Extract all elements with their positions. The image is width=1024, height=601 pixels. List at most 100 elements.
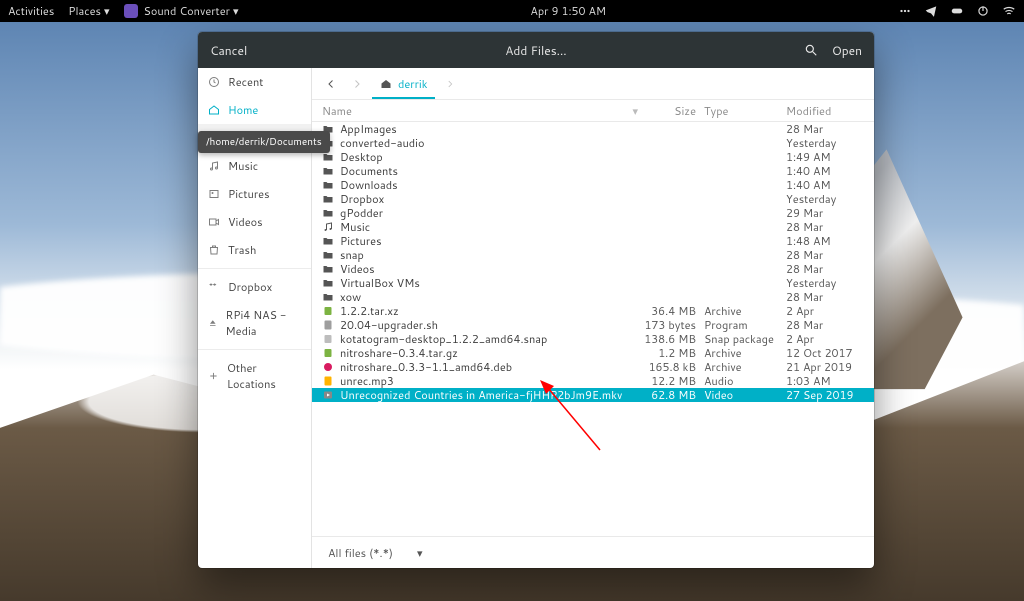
sidebar-item-pictures[interactable]: Pictures [198, 180, 311, 208]
archive-icon [322, 347, 334, 359]
music-icon [208, 160, 220, 172]
snap-icon [322, 333, 334, 345]
file-list[interactable]: AppImages28 Marconverted-audioYesterdayD… [312, 122, 874, 536]
archive-icon [322, 305, 334, 317]
search-button[interactable] [804, 43, 818, 57]
dialog-footer: All files (*.*) ▾ [312, 536, 874, 568]
file-name-label: Unrecognized Countries in America-fjHHP2… [340, 387, 622, 403]
file-modified-label: 27 Sep 2019 [786, 387, 870, 403]
pictures-icon [208, 188, 220, 200]
file-list-header[interactable]: Name ▾ Size Type Modified [312, 100, 874, 122]
file-row[interactable]: AppImages28 Mar [312, 122, 874, 136]
file-row[interactable]: Pictures1:48 AM [312, 234, 874, 248]
folder-icon [322, 235, 334, 247]
breadcrumb-label: derrik [398, 76, 427, 92]
col-header-size[interactable]: Size [638, 103, 704, 119]
sidebar-item-music[interactable]: Music [198, 152, 311, 180]
sidebar-item-nas[interactable]: RPi4 NAS - Media [198, 301, 311, 345]
chevron-down-icon: ▾ [417, 545, 423, 561]
trash-icon [208, 244, 220, 256]
controller-icon[interactable] [950, 4, 964, 18]
app-name-label: Sound Converter ▾ [144, 3, 239, 19]
places-menu[interactable]: Places ▾ [68, 3, 109, 19]
clock[interactable]: Apr 9 1:50 AM [530, 3, 606, 19]
sidebar-item-label: Home [228, 102, 258, 118]
file-row[interactable]: nitroshare-0.3.4.tar.gz1.2 MBArchive12 O… [312, 346, 874, 360]
file-row[interactable]: kotatogram-desktop_1.2.2_amd64.snap138.6… [312, 332, 874, 346]
file-main-panel: derrik Name ▾ Size Type Modified AppImag… [312, 68, 874, 568]
dialog-title: Add Files… [505, 42, 566, 59]
file-row[interactable]: VirtualBox VMsYesterday [312, 276, 874, 290]
path-bar: derrik [312, 68, 874, 100]
dialog-header: Cancel Add Files… Open [198, 32, 874, 68]
file-chooser-dialog: Cancel Add Files… Open Recent Home Docum… [198, 32, 874, 568]
folder-icon [322, 165, 334, 177]
deb-icon [322, 361, 334, 373]
sidebar-item-label: Dropbox [228, 279, 272, 295]
col-header-type[interactable]: Type [704, 103, 786, 119]
script-icon [322, 319, 334, 331]
sidebar-item-home[interactable]: Home [198, 96, 311, 124]
file-row[interactable]: xow28 Mar [312, 290, 874, 304]
video-icon [322, 389, 334, 401]
col-header-modified[interactable]: Modified [786, 103, 870, 119]
sidebar-item-trash[interactable]: Trash [198, 236, 311, 264]
file-row[interactable]: DropboxYesterday [312, 192, 874, 206]
activities-button[interactable]: Activities [8, 3, 54, 19]
breadcrumb-current[interactable]: derrik [372, 69, 435, 99]
clock-icon [208, 76, 220, 88]
sidebar-separator [198, 268, 311, 269]
file-row[interactable]: Videos28 Mar [312, 262, 874, 276]
file-row[interactable]: Documents1:40 AM [312, 164, 874, 178]
sidebar-item-videos[interactable]: Videos [198, 208, 311, 236]
audio-icon [322, 375, 334, 387]
sidebar-separator [198, 349, 311, 350]
folder-icon [322, 193, 334, 205]
power-icon[interactable] [976, 4, 990, 18]
music-icon [322, 221, 334, 233]
file-row[interactable]: Desktop1:49 AM [312, 150, 874, 164]
sidebar-item-label: Videos [228, 214, 263, 230]
folder-icon [322, 179, 334, 191]
sidebar-item-recent[interactable]: Recent [198, 68, 311, 96]
nav-back-button[interactable] [320, 73, 342, 95]
home-icon [380, 78, 392, 90]
sidebar-item-label: Trash [228, 242, 256, 258]
col-header-name-label: Name [322, 103, 352, 119]
nav-next-crumb[interactable] [439, 73, 461, 95]
folder-icon [322, 263, 334, 275]
eject-icon [208, 317, 218, 329]
folder-icon [322, 277, 334, 289]
cancel-button[interactable]: Cancel [210, 42, 247, 59]
col-header-name[interactable]: Name ▾ [316, 103, 638, 119]
file-row[interactable]: snap28 Mar [312, 248, 874, 262]
file-row[interactable]: gPodder29 Mar [312, 206, 874, 220]
nav-forward-button[interactable] [346, 73, 368, 95]
telegram-icon[interactable] [924, 4, 938, 18]
file-row[interactable]: Music28 Mar [312, 220, 874, 234]
file-row[interactable]: Unrecognized Countries in America-fjHHP2… [312, 388, 874, 402]
gnome-shell-topbar: Activities Places ▾ Sound Converter ▾ Ap… [0, 0, 1024, 22]
file-size-label: 62.8 MB [638, 387, 704, 403]
sidebar-item-label: Music [228, 158, 258, 174]
file-row[interactable]: nitroshare_0.3.3-1.1_amd64.deb165.8 kBAr… [312, 360, 874, 374]
dropbox-icon [208, 281, 220, 293]
sidebar-item-dropbox[interactable]: Dropbox [198, 273, 311, 301]
file-type-label: Video [704, 387, 786, 403]
open-button[interactable]: Open [832, 42, 862, 59]
videos-icon [208, 216, 220, 228]
file-row[interactable]: unrec.mp312.2 MBAudio1:03 AM [312, 374, 874, 388]
wifi-icon[interactable] [1002, 4, 1016, 18]
tray-icon[interactable] [898, 4, 912, 18]
file-row[interactable]: 1.2.2.tar.xz36.4 MBArchive2 Apr [312, 304, 874, 318]
file-filter-combo[interactable]: All files (*.*) ▾ [320, 543, 431, 563]
file-row[interactable]: Downloads1:40 AM [312, 178, 874, 192]
folder-icon [322, 207, 334, 219]
sidebar-item-label: RPi4 NAS - Media [226, 307, 301, 339]
plus-icon [208, 370, 219, 382]
file-row[interactable]: 20.04-upgrader.sh173 bytesProgram28 Mar [312, 318, 874, 332]
sidebar-item-label: Recent [228, 74, 263, 90]
sidebar-item-other-locations[interactable]: Other Locations [198, 354, 311, 398]
file-row[interactable]: converted-audioYesterday [312, 136, 874, 150]
app-menu[interactable]: Sound Converter ▾ [124, 3, 239, 19]
